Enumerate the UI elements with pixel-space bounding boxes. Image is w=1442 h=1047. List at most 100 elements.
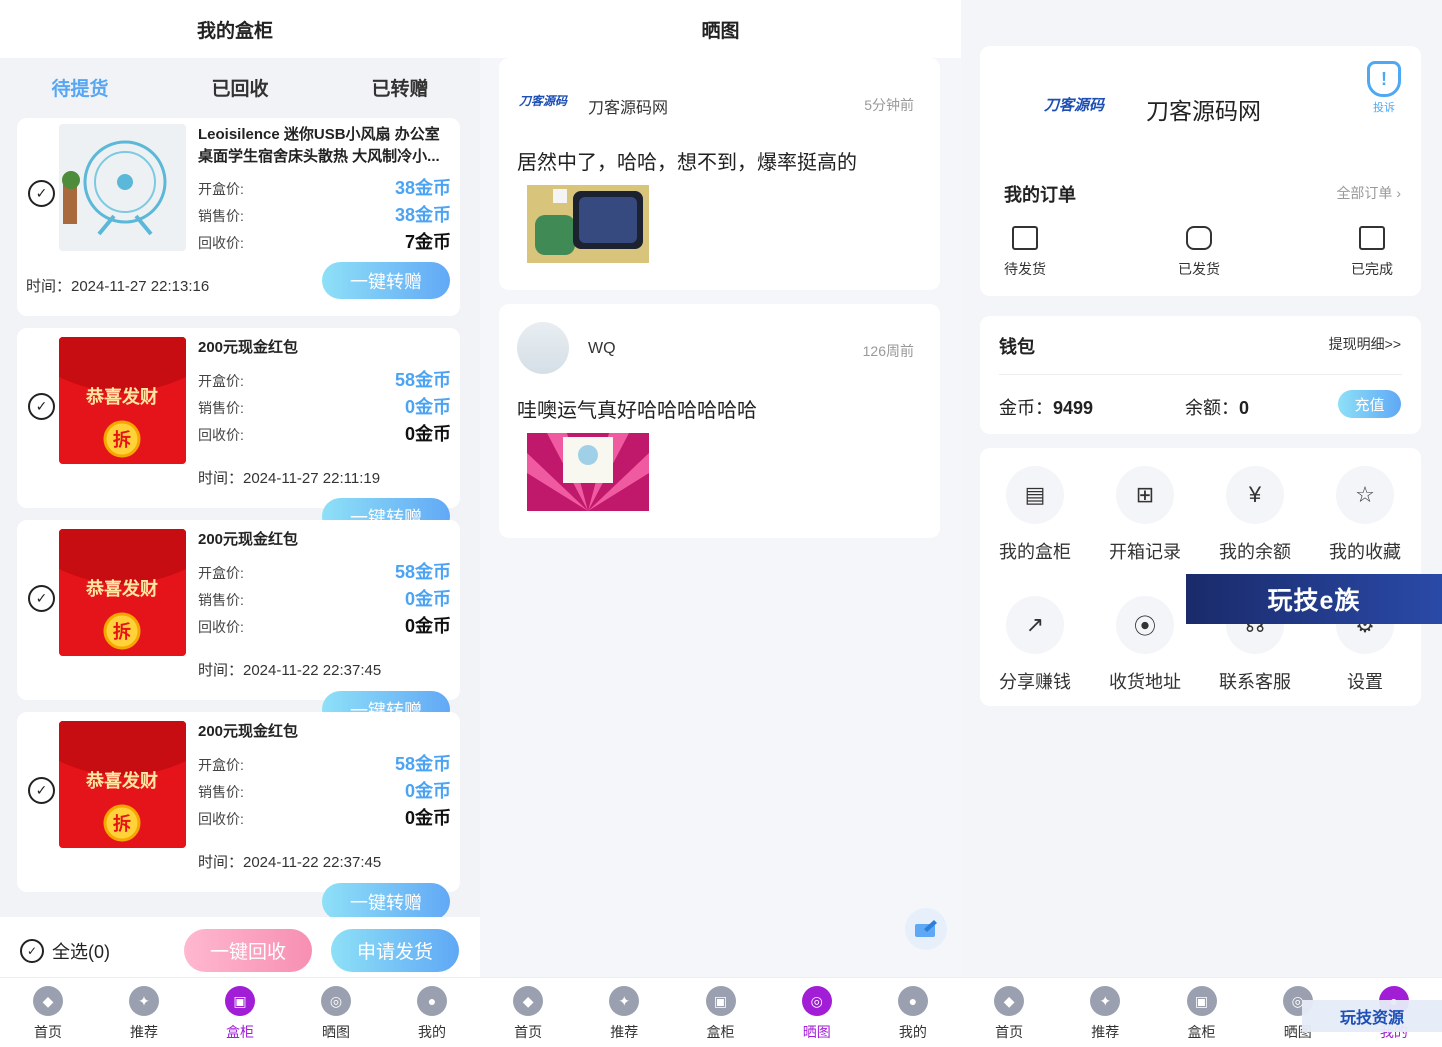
shield-icon: ! [1367, 61, 1401, 97]
package-icon [1012, 226, 1038, 250]
recycle-price: 0金币 [404, 808, 451, 828]
coin-label: 金币： [999, 398, 1053, 418]
cabinet-item: ✓ 恭喜发财拆 200元现金红包 开盒价: 58金币 销售价: 0金币 回收价: 0金… [17, 712, 460, 892]
tabbar-recommend[interactable]: ✦ 推荐 [576, 978, 672, 1047]
grid-open-records[interactable]: ⊞ 开箱记录 [1090, 466, 1200, 564]
sell-price-row: 销售价: 0金币 [198, 777, 451, 803]
tab-gifted[interactable]: 已转赠 [320, 74, 480, 101]
box-icon: ▣ [705, 986, 736, 1016]
sell-price-label: 销售价: [198, 592, 244, 608]
sell-price: 0金币 [404, 781, 451, 801]
product-name: 200元现金红包 [198, 339, 299, 356]
tab-pending[interactable]: 待提货 [0, 74, 160, 101]
tabbar-label: 首页 [995, 1024, 1024, 1040]
item-time: 时间：2024-11-22 22:37:45 [198, 854, 382, 871]
grid-label: 分享赚钱 [999, 672, 1071, 692]
recycle-price-label: 回收价: [198, 811, 244, 827]
order-status-label: 已完成 [1351, 261, 1393, 277]
post-image[interactable] [527, 185, 649, 263]
all-orders-label: 全部订单 [1336, 185, 1393, 201]
edit-icon [915, 920, 937, 937]
open-price-row: 开盒价: 38金币 [198, 174, 451, 200]
tabbar-label: 盒柜 [226, 1024, 254, 1040]
select-all[interactable]: ✓ 全选(0) [20, 938, 110, 964]
tabbar-recommend[interactable]: ✦ 推荐 [96, 978, 192, 1047]
recycle-price-row: 回收价: 0金币 [198, 612, 451, 638]
tabbar-recommend[interactable]: ✦ 推荐 [1057, 978, 1153, 1047]
all-orders-link[interactable]: 全部订单 › [1336, 183, 1401, 203]
item-checkbox[interactable]: ✓ [28, 585, 55, 612]
report-button[interactable]: ! 投诉 [1367, 61, 1401, 115]
grid-my-balance[interactable]: ¥ 我的余额 [1200, 466, 1310, 564]
showcase-screen: 晒图 刀客源码 刀客源码网 5分钟前 居然中了，哈哈，想不到，爆率挺高的 WQ … [480, 0, 961, 1047]
item-checkbox[interactable]: ✓ [28, 180, 55, 207]
tab-recycled[interactable]: 已回收 [160, 74, 320, 101]
recycle-all-button[interactable]: 一键回收 [184, 929, 312, 972]
red-packet-image: 恭喜发财拆 [59, 529, 186, 656]
tabbar-cabinet[interactable]: ▣ 盒柜 [192, 978, 288, 1047]
bulk-action-bar: ✓ 全选(0) 一键回收 申请发货 [0, 917, 480, 977]
coin-balance: 金币：9499 [999, 394, 1093, 420]
tabbar-label: 盒柜 [1187, 1024, 1216, 1040]
avatar [517, 322, 569, 374]
order-completed[interactable]: 已完成 [1351, 226, 1393, 279]
recycle-price-label: 回收价: [198, 619, 244, 635]
profile-screen: 刀客源码 刀客源码网 ! 投诉 我的订单 全部订单 › 待发货 已发货 已完成 钱… [961, 0, 1442, 1047]
tabbar-showcase[interactable]: ◎ 晒图 [769, 978, 865, 1047]
tabbar-label: 晒图 [322, 1024, 350, 1040]
grid-my-cabinet[interactable]: ▤ 我的盒柜 [980, 466, 1090, 564]
tabbar-cabinet[interactable]: ▣ 盒柜 [1153, 978, 1249, 1047]
cabinet-item: ✓ Leoisilence 迷你USB小风扇 办公室桌面学生宿舍床头散热 大风制… [17, 118, 460, 316]
tab-bar: ◆ 首页 ✦ 推荐 ▣ 盒柜 ◎ 晒图 ● 我的 [480, 977, 961, 1047]
page-title: 晒图 [480, 0, 961, 58]
tabbar-label: 推荐 [130, 1024, 158, 1040]
box-icon: ▣ [1186, 986, 1217, 1016]
tabbar-mine[interactable]: ● 我的 [865, 978, 961, 1047]
tab-bar: ◆ 首页 ✦ 推荐 ▣ 盒柜 ◎ 晒图 ● 我的 [0, 977, 480, 1047]
tabbar-cabinet[interactable]: ▣ 盒柜 [672, 978, 768, 1047]
gift-button[interactable]: 一键转赠 [322, 262, 450, 299]
wallet-card: 钱包 提现明细>> 金币：9499 余额：0 充值 [980, 316, 1421, 434]
grid-my-favorites[interactable]: ☆ 我的收藏 [1310, 466, 1420, 564]
sell-price-row: 销售价: 0金币 [198, 393, 451, 419]
gift-button[interactable]: 一键转赠 [322, 883, 450, 920]
post-card[interactable]: 刀客源码 刀客源码网 5分钟前 居然中了，哈哈，想不到，爆率挺高的 [499, 58, 940, 290]
svg-text:恭喜发财: 恭喜发财 [85, 770, 158, 792]
check-box-icon [1359, 226, 1385, 250]
tabbar-home[interactable]: ◆ 首页 [961, 978, 1057, 1047]
tabbar-home[interactable]: ◆ 首页 [480, 978, 576, 1047]
tabbar-showcase[interactable]: ◎ 晒图 [288, 978, 384, 1047]
order-pending-ship[interactable]: 待发货 [1004, 226, 1046, 279]
post-username: WQ [588, 340, 616, 357]
thumbs-up-icon: ✦ [1090, 986, 1121, 1016]
star-box-icon: ☆ [1336, 466, 1394, 524]
withdraw-detail-link[interactable]: 提现明细>> [1329, 334, 1401, 354]
item-checkbox[interactable]: ✓ [28, 393, 55, 420]
post-fab[interactable] [905, 908, 947, 950]
divider [999, 374, 1402, 375]
thumbs-up-icon: ✦ [609, 986, 640, 1016]
apply-ship-button[interactable]: 申请发货 [331, 929, 459, 972]
open-price: 58金币 [394, 754, 451, 774]
open-price-label: 开盒价: [198, 565, 244, 581]
product-image [59, 124, 186, 251]
product-name: Leoisilence 迷你USB小风扇 办公室桌面学生宿舍床头散热 大风制冷小… [198, 126, 440, 165]
post-image[interactable] [527, 433, 649, 511]
grid-label: 我的盒柜 [999, 542, 1071, 562]
tabbar-mine[interactable]: ● 我的 [384, 978, 480, 1047]
sell-price-label: 销售价: [198, 784, 244, 800]
item-checkbox[interactable]: ✓ [28, 777, 55, 804]
open-price: 58金币 [394, 370, 451, 390]
order-status-label: 已发货 [1178, 261, 1220, 277]
open-price-label: 开盒价: [198, 181, 244, 197]
recycle-price-row: 回收价: 0金币 [198, 420, 451, 446]
profile-username: 刀客源码网 [1146, 98, 1261, 124]
recharge-button[interactable]: 充值 [1338, 390, 1401, 418]
grid-address[interactable]: ⦿ 收货地址 [1090, 596, 1200, 694]
tabbar-home[interactable]: ◆ 首页 [0, 978, 96, 1047]
order-shipped[interactable]: 已发货 [1178, 226, 1220, 279]
post-card[interactable]: WQ 126周前 哇噢运气真好哈哈哈哈哈哈 [499, 304, 940, 538]
open-price-row: 开盒价: 58金币 [198, 750, 451, 776]
recycle-price-row: 回收价: 7金币 [198, 228, 451, 254]
grid-share-earn[interactable]: ↗ 分享赚钱 [980, 596, 1090, 694]
